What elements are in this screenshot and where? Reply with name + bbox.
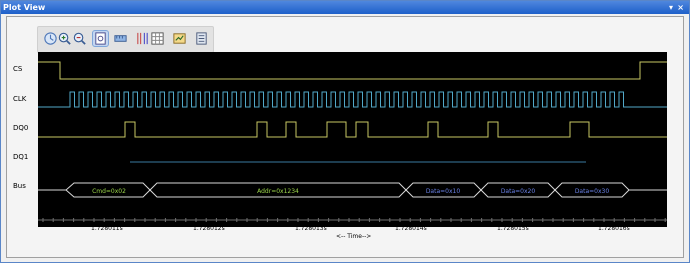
bus-segment-addr: Addr=0x1234 <box>257 188 299 195</box>
signal-label-clk: CLK <box>13 95 27 103</box>
waveform-plot[interactable]: Cmd=0x02 Addr=0x1234 Data=0x10 Data=0x20… <box>38 52 667 227</box>
time-tick-label: 1.728016s <box>598 225 630 232</box>
close-icon[interactable]: × <box>677 1 684 14</box>
time-tick-label: 1.728015s <box>497 225 529 232</box>
signal-label-cs: CS <box>13 65 23 73</box>
signal-label-dq1: DQ1 <box>13 153 29 161</box>
grid-button[interactable] <box>150 31 165 46</box>
measure-button[interactable] <box>113 31 128 46</box>
zoom-out-icon <box>73 32 86 45</box>
zoom-in-icon <box>58 32 71 45</box>
zoom-in-button[interactable] <box>57 31 72 46</box>
time-tick-label: 1.728013s <box>295 225 327 232</box>
zoom-fit-button[interactable] <box>92 30 109 47</box>
pointer-tool-button[interactable] <box>43 31 58 46</box>
clk-waveform <box>38 91 667 108</box>
time-tick-label: 1.728011s <box>91 225 123 232</box>
pointer-icon <box>44 32 57 45</box>
grid-icon <box>151 32 164 45</box>
export-button[interactable] <box>172 31 187 46</box>
dq0-waveform <box>38 121 667 138</box>
signal-label-dq0: DQ0 <box>13 124 29 132</box>
window-title: Plot View <box>3 3 46 12</box>
plot-toolbar <box>37 26 214 53</box>
zoom-out-button[interactable] <box>72 31 87 46</box>
columns-button[interactable] <box>135 31 150 46</box>
cs-waveform <box>38 61 667 80</box>
title-bar: Plot View ▾ × <box>1 1 689 14</box>
bus-segment-data-30: Data=0x30 <box>575 188 610 195</box>
measure-icon <box>114 35 127 42</box>
columns-icon <box>137 32 148 45</box>
time-tick-label: 1.728014s <box>395 225 427 232</box>
settings-button[interactable] <box>194 31 209 46</box>
export-icon <box>173 33 186 44</box>
zoom-fit-icon <box>95 32 106 45</box>
time-axis-title: <-- Time--> <box>336 233 372 240</box>
bus-segment-data-10: Data=0x10 <box>426 188 461 195</box>
time-tick-label: 1.728012s <box>193 225 225 232</box>
bus-segment-data-20: Data=0x20 <box>501 188 536 195</box>
settings-icon <box>196 32 207 45</box>
pin-icon[interactable]: ▾ <box>669 1 673 14</box>
bus-waveform <box>38 182 667 198</box>
signal-label-bus: Bus <box>13 182 26 190</box>
bus-segment-cmd: Cmd=0x02 <box>92 188 126 195</box>
